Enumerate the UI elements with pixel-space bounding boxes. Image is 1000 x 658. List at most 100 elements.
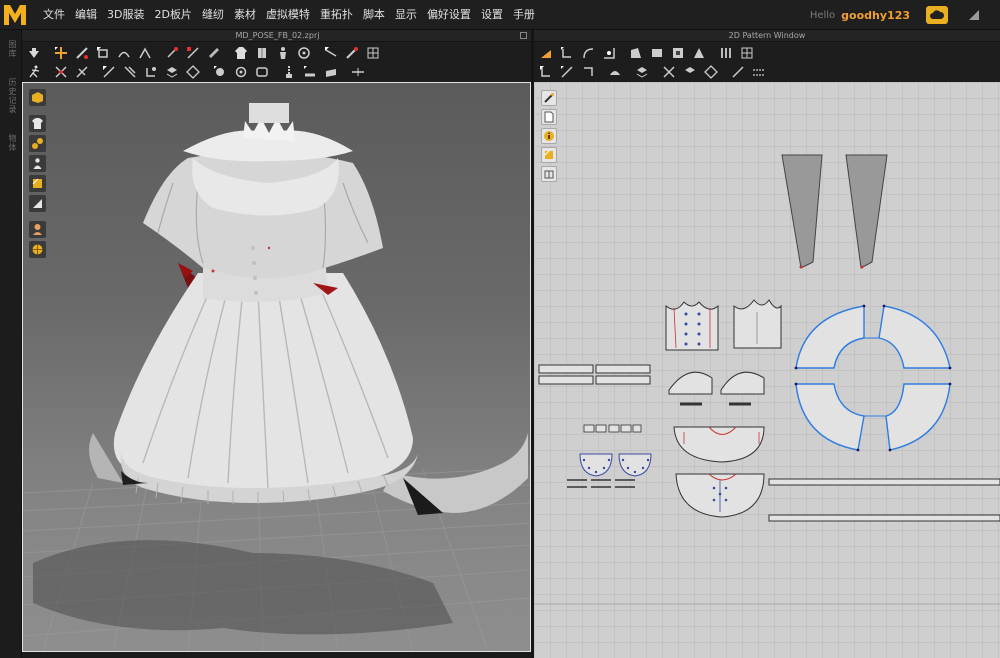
arrangement-button[interactable] (294, 45, 313, 62)
attach-button[interactable] (141, 64, 160, 81)
select-segment-button[interactable] (536, 64, 555, 81)
buttonhole-button[interactable] (252, 64, 271, 81)
grid-button[interactable] (363, 45, 382, 62)
show-pins-button[interactable] (29, 135, 46, 152)
sew-diamond-button[interactable] (701, 64, 720, 81)
free-segment-button[interactable] (557, 64, 576, 81)
button-tool-button[interactable] (210, 64, 229, 81)
garment-fit-button[interactable] (231, 45, 250, 62)
menu-preferences[interactable]: 偏好设置 (422, 0, 476, 30)
show-avatar-skin-button[interactable] (29, 221, 46, 238)
objects-tab[interactable]: 物体 (4, 134, 18, 152)
3d-display-mode-button[interactable] (29, 89, 46, 106)
menu-file[interactable]: 文件 (38, 0, 70, 30)
menu-2d-pattern[interactable]: 2D板片 (149, 0, 196, 30)
dashed-line-button[interactable] (749, 64, 768, 81)
attach-icon (145, 67, 156, 77)
pattern-strip-b (595, 364, 651, 374)
simulation-button[interactable] (24, 45, 43, 62)
fold-line-icon (351, 68, 364, 76)
2d-pattern-viewport[interactable] (534, 82, 1000, 658)
show-garment-button[interactable] (29, 115, 46, 132)
library-tab[interactable]: 图库 (4, 40, 18, 58)
tack-icon (138, 47, 151, 59)
menu-retopology[interactable]: 重拓扑 (315, 0, 358, 30)
avatar-button[interactable] (273, 45, 292, 62)
app-logo[interactable] (0, 0, 30, 30)
select-button-tool[interactable] (231, 64, 250, 81)
pattern-grid-2d-button[interactable] (737, 45, 756, 62)
avatar-pose-button[interactable] (24, 64, 43, 81)
select-mesh-button[interactable] (72, 45, 91, 62)
menu-3d-garment[interactable]: 3D服装 (102, 0, 149, 30)
edit-curvature-button[interactable] (578, 45, 597, 62)
tape-button[interactable] (300, 64, 319, 81)
show-thickness-button[interactable] (29, 195, 46, 212)
tuck-button[interactable] (120, 64, 139, 81)
show-avatar-button[interactable] (29, 155, 46, 172)
show-texture-button[interactable] (29, 175, 46, 192)
menu-display[interactable]: 显示 (390, 0, 422, 30)
strap-button[interactable] (321, 64, 340, 81)
pattern-grid-button[interactable] (162, 64, 181, 81)
select-move-button[interactable] (51, 45, 70, 62)
username[interactable]: goodhy123 (841, 9, 910, 22)
menu-manual[interactable]: 手册 (508, 0, 540, 30)
menu-sewing[interactable]: 缝纫 (197, 0, 229, 30)
tack-button[interactable] (135, 45, 154, 62)
menu-materials[interactable]: 素材 (229, 0, 261, 30)
2d-info-button[interactable] (541, 128, 557, 144)
rectangle-button[interactable] (647, 45, 666, 62)
transform-pattern-button[interactable] (536, 45, 555, 62)
menu-script[interactable]: 脚本 (358, 0, 390, 30)
select-mesh-icon (75, 47, 88, 59)
internal-rectangle-button[interactable] (668, 45, 687, 62)
collapse-toggle-button[interactable] (966, 7, 982, 23)
menu-avatar[interactable]: 虚拟模特 (261, 0, 315, 30)
texture-button[interactable] (632, 64, 651, 81)
polygon-button[interactable] (626, 45, 645, 62)
cloud-button[interactable] (926, 6, 948, 24)
edit-point-button[interactable] (557, 45, 576, 62)
segment-sewing-button[interactable] (51, 64, 70, 81)
add-point-button[interactable] (599, 45, 618, 62)
menu-edit[interactable]: 编辑 (70, 0, 102, 30)
maximize-icon[interactable] (520, 32, 527, 39)
history-tab[interactable]: 历史记录 (4, 78, 18, 114)
garment-sleeve-button[interactable] (252, 45, 271, 62)
measure-button[interactable] (204, 45, 223, 62)
diamond-grid-button[interactable] (183, 64, 202, 81)
pins-icon (32, 138, 43, 149)
fold-tool-button[interactable] (114, 45, 133, 62)
pin-box-button[interactable] (183, 45, 202, 62)
trace-button[interactable] (605, 64, 624, 81)
show-environment-button[interactable] (29, 241, 46, 258)
pin-box-icon (186, 47, 199, 59)
2d-show-garment-button[interactable] (541, 109, 557, 125)
segment-button[interactable] (716, 45, 735, 62)
edit-sewing-button[interactable] (99, 64, 118, 81)
3d-window-title-bar: MD_POSE_FB_02.zprj (22, 30, 533, 42)
dart-button[interactable] (689, 45, 708, 62)
internal-line-button[interactable] (728, 64, 747, 81)
edit-seam-button[interactable] (321, 45, 340, 62)
sew-free-button[interactable] (680, 64, 699, 81)
texture-2d-icon (544, 150, 553, 159)
sew-segment-button[interactable] (659, 64, 678, 81)
2d-grid-button[interactable] (541, 166, 557, 182)
pattern-strip-c (538, 375, 594, 385)
fold-arrangement-button[interactable] (93, 45, 112, 62)
pin-button[interactable] (162, 45, 181, 62)
3d-viewport[interactable] (22, 82, 531, 652)
2d-texture-button[interactable] (541, 147, 557, 163)
brush-button[interactable] (342, 45, 361, 62)
fold-line-button[interactable] (348, 64, 367, 81)
menu-settings[interactable]: 设置 (476, 0, 508, 30)
sew-segment-icon (662, 66, 675, 78)
pattern-sleeve-right (720, 371, 765, 395)
pattern-skirt-quarter-tr (878, 305, 951, 369)
2d-display-settings-button[interactable] (541, 90, 557, 106)
zipper-button[interactable] (279, 64, 298, 81)
free-sewing-button[interactable] (72, 64, 91, 81)
seam-line-button[interactable] (578, 64, 597, 81)
